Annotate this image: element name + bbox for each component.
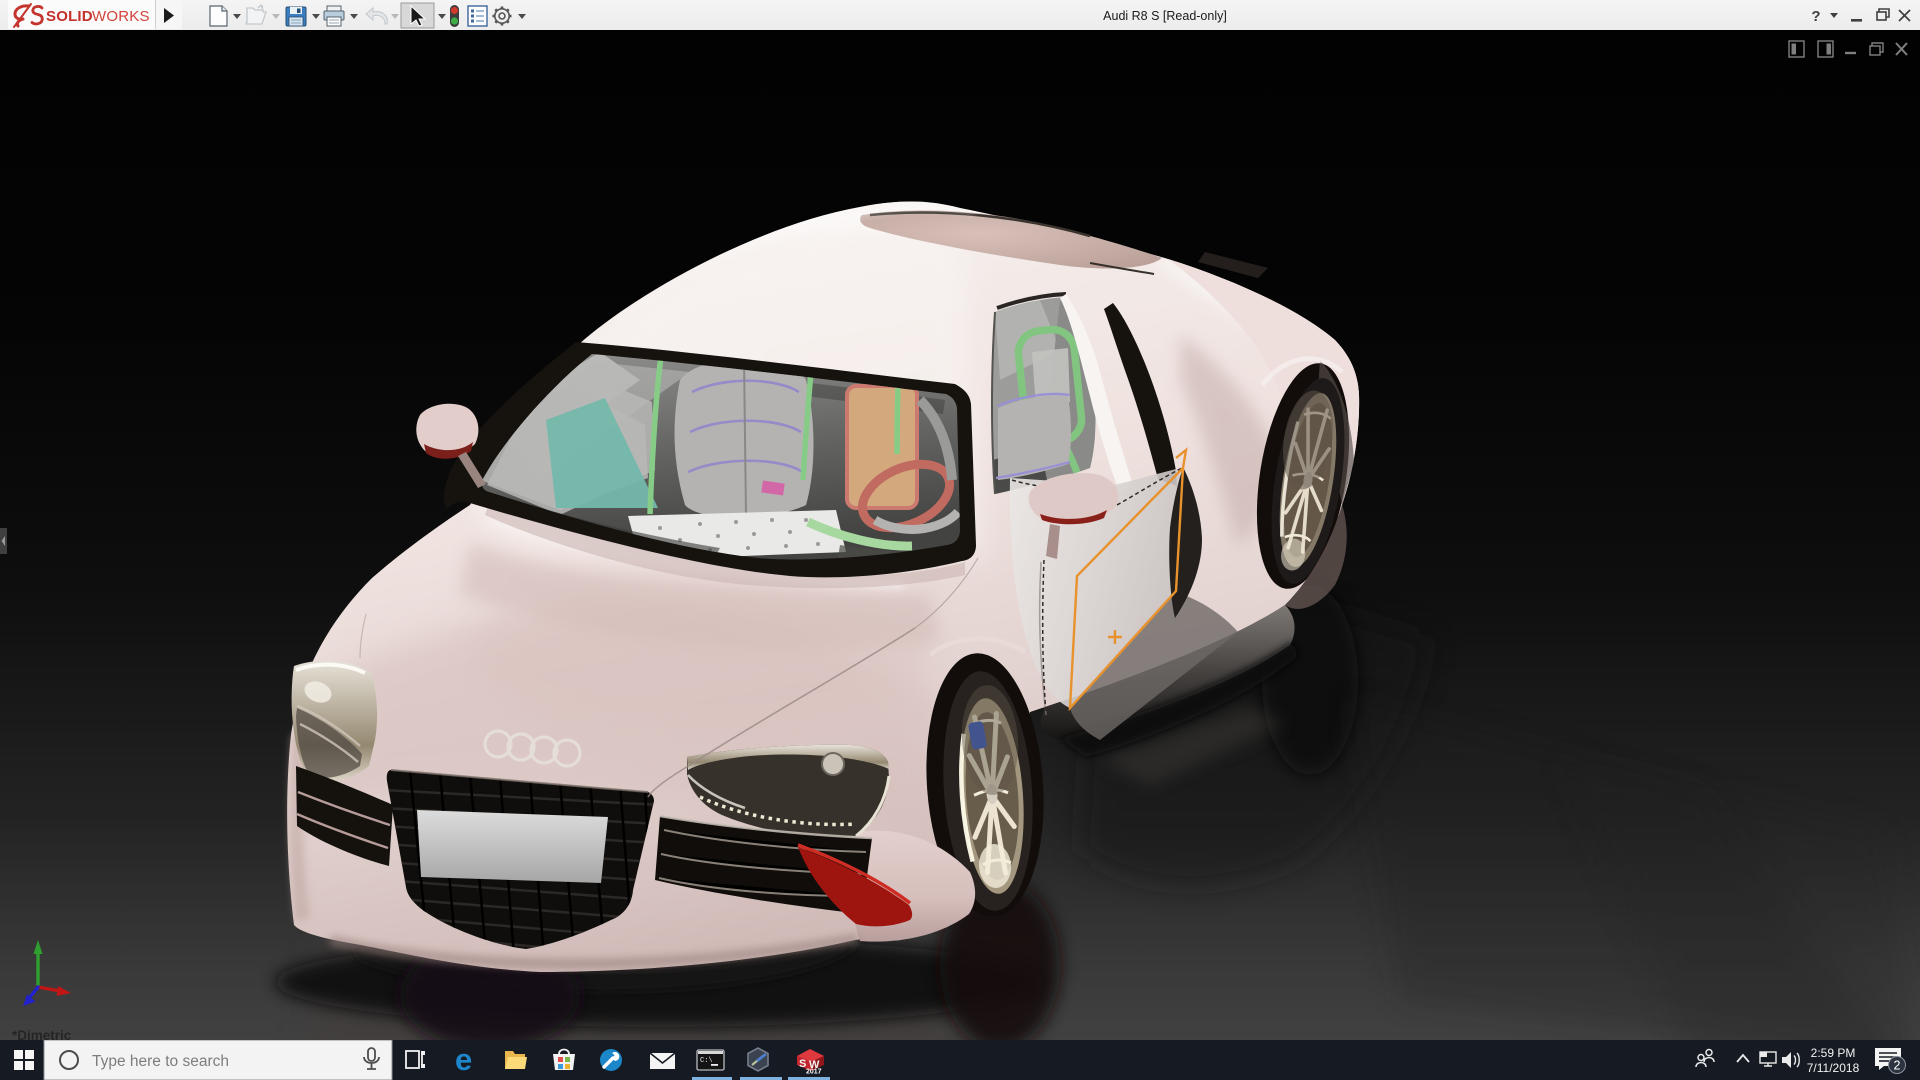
svg-text:WORKS: WORKS [92,8,150,25]
svg-text:SOLID: SOLID [46,8,93,25]
svg-text:7/11/2018: 7/11/2018 [1807,1061,1860,1075]
svg-text:Audi R8 S [Read-only]: Audi R8 S [Read-only] [1103,9,1227,23]
svg-text:e: e [455,1042,472,1077]
svg-text:2: 2 [1894,1059,1901,1073]
svg-text:?: ? [1811,8,1820,25]
svg-text:C:\: C:\ [700,1057,713,1065]
svg-text:Type here to search: Type here to search [92,1053,229,1070]
svg-text:2:59 PM: 2:59 PM [1811,1046,1856,1060]
svg-text:2017: 2017 [806,1069,822,1076]
